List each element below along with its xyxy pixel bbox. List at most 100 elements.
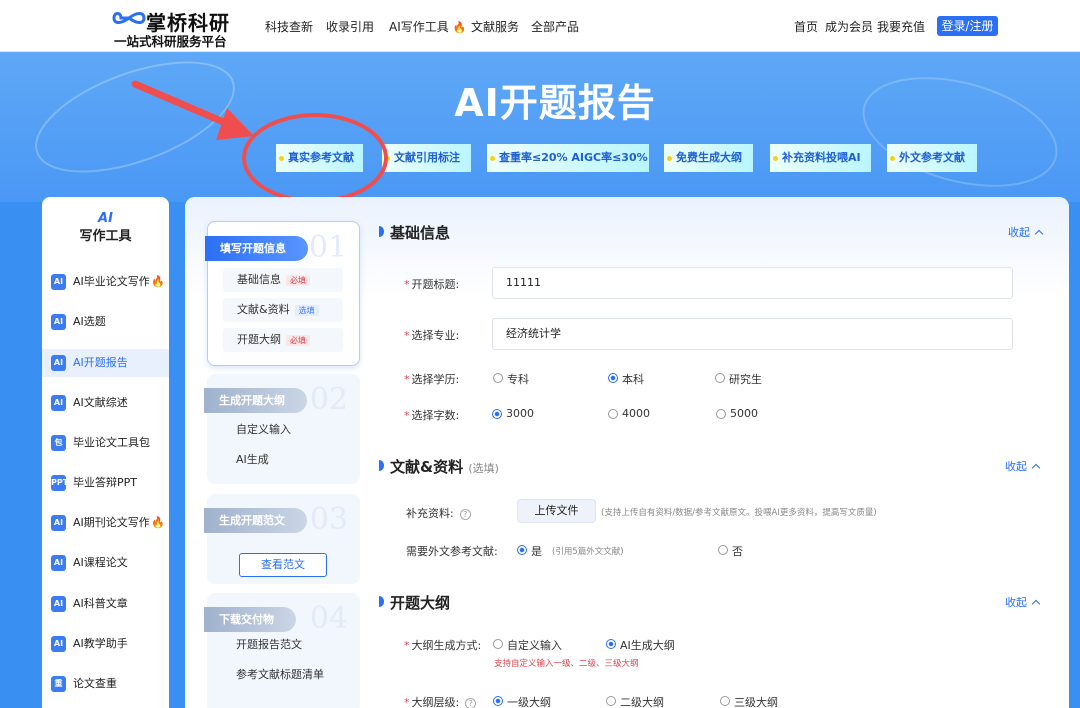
help-icon[interactable]: ? bbox=[465, 698, 477, 708]
nav-link-ai-writing-label: AI写作工具 bbox=[389, 20, 449, 34]
nav-link-home[interactable]: 首页 bbox=[794, 18, 818, 35]
section-title-outline: 开题大纲 bbox=[378, 594, 451, 612]
degree-label: * 选择学历: bbox=[404, 373, 460, 386]
outline-level-label-text: 大纲层级: bbox=[411, 696, 460, 708]
sidebar: AI 写作工具 AI AI毕业论文写作 🔥 AI AI选题 AI AI开题报告 AI AI文献综… bbox=[42, 197, 169, 708]
step-card-generate-sample[interactable]: 03 生成开题范文 查看范文 bbox=[204, 494, 360, 584]
outline-level-radio-3[interactable]: 三级大纲 bbox=[720, 694, 778, 708]
step-number: 03 bbox=[309, 502, 348, 537]
collapse-button-literature[interactable]: 收起 bbox=[1005, 458, 1041, 474]
foreign-ref-radio-yes[interactable]: 是 bbox=[517, 543, 542, 559]
outline-radio-custom[interactable]: 自定义输入 bbox=[493, 637, 562, 653]
upload-note: (支持上传自有资料/数据/参考文献原文。投喂AI更多资料，提高写文质量) bbox=[601, 508, 877, 518]
sidebar-item-label: 毕业论文工具包 bbox=[73, 436, 150, 449]
top-nav: 掌桥科研 一站式科研服务平台 科技查新 收录引用 AI写作工具 🔥 文献服务 全… bbox=[0, 0, 1080, 52]
major-label-text: 选择专业: bbox=[411, 329, 460, 342]
view-sample-button[interactable]: 查看范文 bbox=[239, 553, 327, 577]
sidebar-item[interactable]: AI AI开题报告 bbox=[42, 349, 169, 377]
outline-method-label-text: 大纲生成方式: bbox=[411, 639, 482, 652]
annotation-arrow-icon bbox=[131, 80, 388, 203]
section-title-literature-text: 文献&资料 bbox=[390, 458, 464, 476]
collapse-button-outline[interactable]: 收起 bbox=[1005, 594, 1041, 610]
collapse-label: 收起 bbox=[1005, 596, 1027, 609]
help-icon[interactable]: ? bbox=[459, 509, 471, 520]
topic-input[interactable]: 11111 bbox=[492, 267, 1013, 299]
step-sub-outline[interactable]: 开题大纲 必填 bbox=[223, 328, 343, 352]
degree-radio-graduate[interactable]: 研究生 bbox=[715, 371, 762, 387]
outline-level-radio-2[interactable]: 二级大纲 bbox=[606, 694, 664, 708]
brand-tagline: 一站式科研服务平台 bbox=[114, 34, 227, 49]
tool-icon: AI bbox=[51, 274, 66, 290]
login-register-button[interactable]: 登录/注册 bbox=[937, 16, 998, 36]
nav-link-literature[interactable]: 文献服务 bbox=[471, 18, 519, 35]
step-sub-label: 文献&资料 bbox=[237, 303, 290, 316]
words-radio-5000[interactable]: 5000 bbox=[716, 407, 758, 420]
tool-icon: AI bbox=[51, 596, 66, 612]
required-badge: 必填 bbox=[286, 275, 310, 286]
feature-tag: 免费生成大纲 bbox=[664, 144, 753, 172]
sidebar-item-label: AI开题报告 bbox=[73, 356, 128, 369]
nav-link-membership[interactable]: 成为会员 bbox=[825, 18, 873, 35]
sidebar-item-label: 论文查重 bbox=[73, 677, 117, 690]
outline-level-radio-1[interactable]: 一级大纲 bbox=[493, 694, 551, 708]
brand-logo[interactable]: 掌桥科研 一站式科研服务平台 bbox=[112, 4, 242, 49]
supplement-label: 补充资料:? bbox=[406, 505, 471, 521]
tool-icon: 包 bbox=[51, 435, 66, 451]
outline-level-label: * 大纲层级:? bbox=[404, 694, 477, 708]
step-card-download[interactable]: 04 下载交付物 开题报告范文 参考文献标题清单 bbox=[204, 593, 360, 708]
words-radio-3000[interactable]: 3000 bbox=[492, 407, 534, 420]
section-title-basic-info: 基础信息 bbox=[378, 224, 451, 242]
sidebar-item[interactable]: PPT 毕业答辩PPT bbox=[42, 469, 169, 497]
feature-tag: 外文参考文献 bbox=[887, 144, 977, 172]
optional-badge: 选填 bbox=[294, 305, 319, 316]
words-radio-4000[interactable]: 4000 bbox=[608, 407, 650, 420]
sidebar-item-label: AI毕业论文写作 bbox=[73, 275, 150, 288]
outline-method-label: * 大纲生成方式: bbox=[404, 639, 482, 652]
upload-file-button[interactable]: 上传文件 bbox=[517, 499, 596, 523]
tool-icon: AI bbox=[51, 355, 66, 371]
ai-logo-icon: AI bbox=[98, 211, 113, 226]
sidebar-item-label: AI文献综述 bbox=[73, 396, 128, 409]
major-select[interactable]: 经济统计学 bbox=[492, 318, 1013, 350]
degree-radio-junior-college[interactable]: 专科 bbox=[493, 371, 529, 387]
outline-method-note: 支持自定义输入一级、二级、三级大纲 bbox=[494, 659, 639, 669]
step-number: 01 bbox=[308, 230, 347, 265]
step-sub-reference-list[interactable]: 参考文献标题清单 bbox=[222, 663, 342, 687]
sidebar-item[interactable]: AI AI期刊论文写作 🔥 bbox=[42, 509, 169, 537]
sidebar-item[interactable]: AI AI文献综述 bbox=[42, 389, 169, 417]
outline-radio-ai[interactable]: AI生成大纲 bbox=[606, 637, 675, 653]
step-number: 04 bbox=[309, 601, 348, 636]
step-sub-custom-input[interactable]: 自定义输入 bbox=[222, 418, 342, 442]
nav-link-all-products[interactable]: 全部产品 bbox=[531, 18, 579, 35]
sidebar-item[interactable]: AI AI课程论文 bbox=[42, 549, 169, 577]
words-label-text: 选择字数: bbox=[411, 409, 460, 422]
tool-icon: 重 bbox=[51, 676, 66, 692]
sidebar-item[interactable]: 重论文查重 bbox=[42, 670, 169, 698]
sidebar-item-label: AI教学助手 bbox=[73, 637, 128, 650]
foreign-ref-note: (引用5篇外文文献) bbox=[552, 547, 624, 557]
nav-link-citation[interactable]: 收录引用 bbox=[326, 18, 374, 35]
fire-icon: 🔥 bbox=[151, 275, 165, 288]
sidebar-item[interactable]: AI AI毕业论文写作 🔥 bbox=[42, 268, 169, 296]
nav-link-ai-writing[interactable]: AI写作工具 🔥 bbox=[389, 18, 466, 35]
sidebar-logo: AI bbox=[42, 207, 169, 226]
sidebar-item[interactable]: 包毕业论文工具包 bbox=[42, 429, 169, 457]
sidebar-item[interactable]: AI AI教学助手 bbox=[42, 630, 169, 658]
foreign-ref-radio-no[interactable]: 否 bbox=[718, 543, 743, 559]
infinity-logo-icon bbox=[112, 12, 146, 24]
chevron-up-icon bbox=[1034, 229, 1044, 239]
step-card-fill-info[interactable]: 01 填写开题信息 基础信息 必填 文献&资料 选填 开题大纲 必填 bbox=[205, 221, 360, 366]
nav-link-recharge[interactable]: 我要充值 bbox=[877, 18, 925, 35]
step-sub-ai-generate[interactable]: AI生成 bbox=[222, 448, 342, 472]
sidebar-item-label: AI科普文章 bbox=[73, 597, 128, 610]
step-sub-report-sample[interactable]: 开题报告范文 bbox=[222, 633, 342, 657]
step-sub-literature[interactable]: 文献&资料 选填 bbox=[223, 298, 343, 322]
nav-link-novelty-search[interactable]: 科技查新 bbox=[265, 18, 313, 35]
degree-radio-bachelor[interactable]: 本科 bbox=[608, 371, 644, 387]
sidebar-item[interactable]: AI AI科普文章 bbox=[42, 590, 169, 618]
step-card-generate-outline[interactable]: 02 生成开题大纲 自定义输入 AI生成 bbox=[204, 374, 360, 484]
sidebar-item[interactable]: AI AI选题 bbox=[42, 308, 169, 336]
step-sub-basic-info[interactable]: 基础信息 必填 bbox=[223, 268, 343, 292]
major-label: * 选择专业: bbox=[404, 329, 460, 342]
collapse-button-basic[interactable]: 收起 bbox=[1008, 224, 1044, 240]
